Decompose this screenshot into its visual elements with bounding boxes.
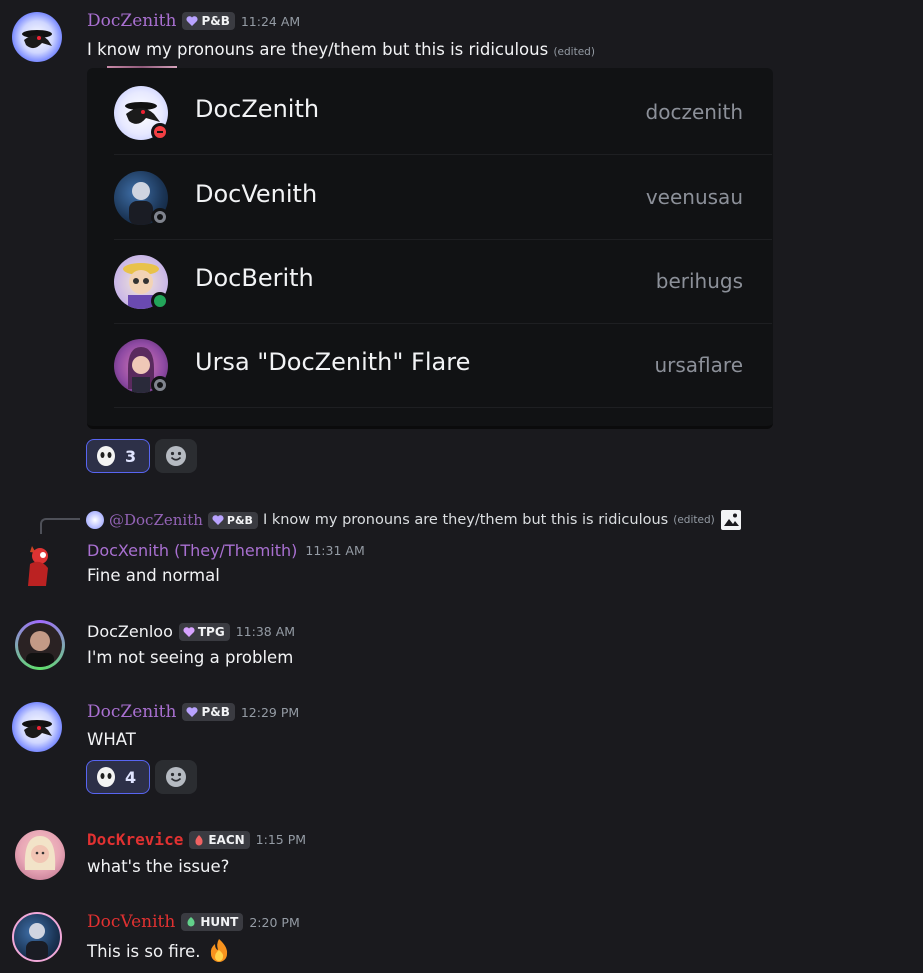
author-name[interactable]: DocKrevice [87,830,183,849]
image-attachment[interactable]: DocZenith doczenith DocVenith veenusau D… [87,68,773,429]
add-reaction-button[interactable] [155,760,197,794]
author-name[interactable]: DocZenith [87,702,176,722]
guild-tag[interactable]: P&B [182,703,235,721]
reaction-button[interactable]: 4 [86,760,150,794]
person-avatar-icon [26,631,54,667]
reply-spine [40,518,80,534]
author-name[interactable]: DocVenith [87,912,175,932]
reply-mention[interactable]: @DocZenith [109,511,203,529]
row-handle: veenusau [645,185,743,209]
dnd-status-icon [151,123,169,141]
row-name: DocZenith [195,95,320,123]
timestamp[interactable]: 1:15 PM [256,832,306,847]
image-icon [720,510,741,530]
row-name: DocBerith [195,264,314,292]
flame-badge-icon [195,834,203,845]
timestamp[interactable]: 11:38 AM [236,624,295,639]
list-item: Ursa "DocZenith" Flare ursaflare [114,323,772,408]
author-name[interactable]: DocZenith [87,11,176,31]
guild-tag[interactable]: TPG [178,622,230,641]
avatar [86,511,104,529]
plague-doctor-avatar-icon [22,720,52,739]
row-name: Ursa "DocZenith" Flare [195,348,471,376]
avatar[interactable] [12,538,62,588]
guild-tag[interactable]: P&B [182,12,235,30]
guild-tag[interactable]: EACN [189,830,250,849]
person-avatar-icon [24,836,56,870]
avatar[interactable] [12,702,62,752]
list-item: DocVenith veenusau [114,155,772,240]
reaction-count: 4 [125,767,137,787]
message-content: Fine and normal [87,566,220,585]
timestamp[interactable]: 11:31 AM [305,543,364,558]
heart-icon [186,16,198,26]
heart-icon [183,626,195,637]
edited-label: (edited) [673,514,715,526]
fire-emoji-icon [210,939,227,962]
list-item: DocBerith berihugs [114,239,772,324]
author-name[interactable]: DocZenloo [87,622,173,641]
reaction-count: 3 [125,446,137,466]
row-handle: doczenith [645,100,743,124]
white-face-emoji-icon [97,446,115,466]
avatar[interactable] [12,12,62,62]
avatar[interactable] [15,830,65,880]
offline-status-icon [151,208,169,226]
offline-status-icon [151,376,169,394]
reply-preview[interactable]: @DocZenith P&B I know my pronouns are th… [86,509,742,531]
guild-tag[interactable]: HUNT [181,913,244,931]
reply-text: I know my pronouns are they/them but thi… [262,512,669,528]
message-content: what's the issue? [87,857,230,876]
smiley-icon [166,767,186,787]
list-item: DocZenith doczenith [114,70,772,155]
row-handle: ursaflare [654,353,743,377]
avatar[interactable] [12,912,62,962]
leaf-badge-icon [187,917,195,927]
add-reaction-button[interactable] [155,439,197,473]
timestamp[interactable]: 11:24 AM [241,14,300,29]
timestamp[interactable]: 2:20 PM [249,915,299,930]
row-name: DocVenith [195,180,318,208]
plague-doctor-avatar-icon [22,30,52,49]
message-content: This is so fire. [87,938,232,964]
message-content: WHAT [87,730,136,749]
timestamp[interactable]: 12:29 PM [241,705,299,720]
red-devil-avatar-icon [28,546,48,586]
reaction-button[interactable]: 3 [86,439,150,473]
message-content: I know my pronouns are they/them but thi… [87,40,595,59]
row-handle: berihugs [655,269,743,293]
heart-icon [212,515,224,525]
avatar[interactable] [15,620,65,670]
online-status-icon [151,292,169,310]
person-avatar-icon [26,923,48,960]
white-face-emoji-icon [97,767,115,787]
heart-icon [186,707,198,717]
message-content: I'm not seeing a problem [87,648,294,667]
edited-label: (edited) [553,46,595,58]
guild-tag: P&B [207,511,258,529]
author-name[interactable]: DocXenith (They/Themith) [87,541,297,560]
smiley-icon [166,446,186,466]
